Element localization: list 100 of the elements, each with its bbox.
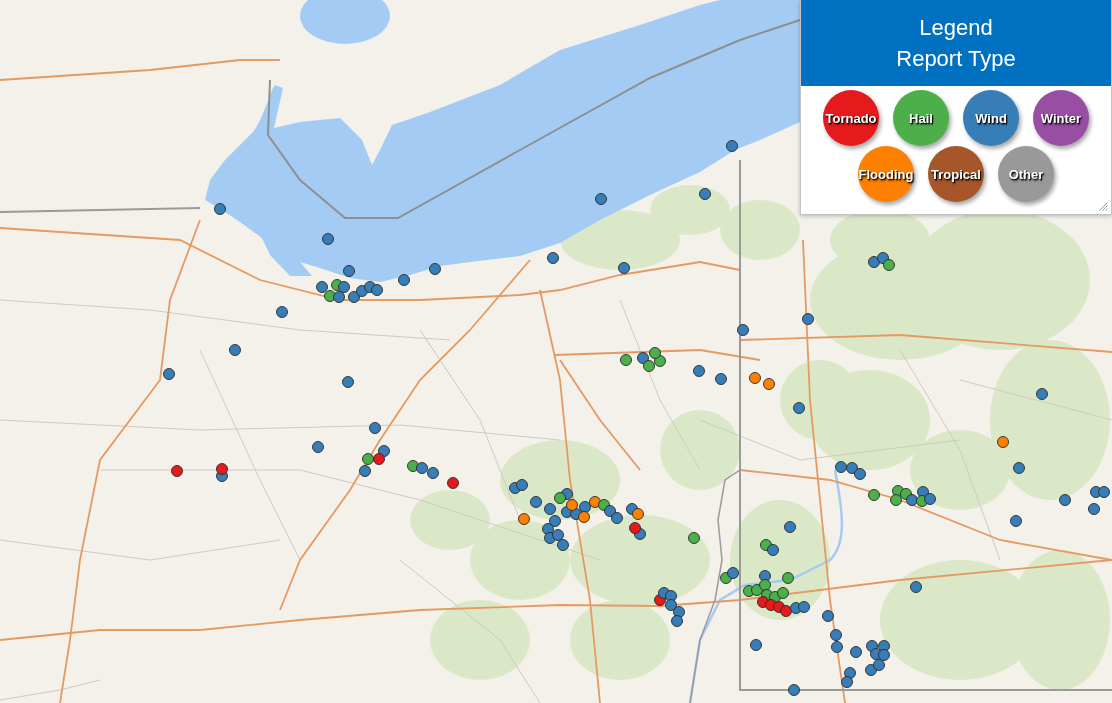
report-marker-icon[interactable] [671,615,683,627]
report-marker-icon[interactable] [750,639,762,651]
report-marker-icon[interactable] [749,372,761,384]
report-marker-icon[interactable] [316,281,328,293]
report-marker-icon[interactable] [878,640,890,652]
report-marker-icon[interactable] [844,667,856,679]
report-marker-icon[interactable] [865,664,877,676]
report-marker-icon[interactable] [579,501,591,513]
report-marker-icon[interactable] [715,373,727,385]
report-marker-icon[interactable] [793,402,805,414]
report-marker-icon[interactable] [673,606,685,618]
report-marker-icon[interactable] [554,492,566,504]
report-marker-icon[interactable] [369,422,381,434]
report-marker-icon[interactable] [726,140,738,152]
report-marker-icon[interactable] [342,376,354,388]
report-marker-icon[interactable] [378,445,390,457]
report-marker-icon[interactable] [398,274,410,286]
report-marker-icon[interactable] [637,352,649,364]
report-marker-icon[interactable] [835,461,847,473]
report-marker-icon[interactable] [759,579,771,591]
report-marker-icon[interactable] [348,291,360,303]
report-marker-icon[interactable] [868,489,880,501]
report-marker-icon[interactable] [688,532,700,544]
report-marker-icon[interactable] [873,659,885,671]
report-marker-icon[interactable] [542,523,554,535]
report-marker-icon[interactable] [629,522,641,534]
report-marker-icon[interactable] [910,581,922,593]
report-marker-icon[interactable] [276,306,288,318]
report-marker-icon[interactable] [429,263,441,275]
report-marker-icon[interactable] [216,463,228,475]
report-marker-icon[interactable] [1098,486,1110,498]
report-marker-icon[interactable] [759,570,771,582]
report-marker-icon[interactable] [788,684,800,696]
report-marker-icon[interactable] [767,544,779,556]
report-marker-icon[interactable] [878,649,890,661]
report-marker-icon[interactable] [1088,503,1100,515]
report-marker-icon[interactable] [866,640,878,652]
report-marker-icon[interactable] [371,284,383,296]
report-marker-icon[interactable] [611,512,623,524]
report-marker-icon[interactable] [763,378,775,390]
report-marker-icon[interactable] [427,467,439,479]
report-marker-icon[interactable] [620,354,632,366]
report-marker-icon[interactable] [831,641,843,653]
report-marker-icon[interactable] [841,676,853,688]
report-marker-icon[interactable] [777,587,789,599]
report-marker-icon[interactable] [1059,494,1071,506]
report-marker-icon[interactable] [359,465,371,477]
report-marker-icon[interactable] [654,355,666,367]
report-marker-icon[interactable] [877,252,889,264]
report-marker-icon[interactable] [618,262,630,274]
report-marker-icon[interactable] [737,324,749,336]
report-marker-icon[interactable] [784,521,796,533]
report-marker-icon[interactable] [846,462,858,474]
report-marker-icon[interactable] [822,610,834,622]
report-marker-icon[interactable] [229,344,241,356]
report-marker-icon[interactable] [632,508,644,520]
report-marker-icon[interactable] [854,468,866,480]
report-marker-icon[interactable] [1036,388,1048,400]
report-marker-icon[interactable] [163,368,175,380]
report-marker-icon[interactable] [578,511,590,523]
report-marker-icon[interactable] [549,515,561,527]
report-marker-icon[interactable] [373,453,385,465]
report-marker-icon[interactable] [997,436,1009,448]
report-marker-icon[interactable] [643,360,655,372]
report-marker-icon[interactable] [171,465,183,477]
report-marker-icon[interactable] [782,572,794,584]
report-marker-icon[interactable] [214,203,226,215]
report-marker-icon[interactable] [665,599,677,611]
report-marker-icon[interactable] [1013,462,1025,474]
report-marker-icon[interactable] [333,291,345,303]
report-marker-icon[interactable] [552,529,564,541]
report-marker-icon[interactable] [544,503,556,515]
report-marker-icon[interactable] [699,188,711,200]
report-marker-icon[interactable] [751,584,763,596]
report-marker-icon[interactable] [906,494,918,506]
report-marker-icon[interactable] [595,193,607,205]
report-marker-icon[interactable] [850,646,862,658]
report-marker-icon[interactable] [798,601,810,613]
report-marker-icon[interactable] [924,493,936,505]
report-marker-icon[interactable] [338,281,350,293]
report-marker-icon[interactable] [416,462,428,474]
report-marker-icon[interactable] [649,347,661,359]
report-marker-icon[interactable] [362,453,374,465]
report-marker-icon[interactable] [883,259,895,271]
report-marker-icon[interactable] [1010,515,1022,527]
report-marker-icon[interactable] [802,313,814,325]
report-marker-icon[interactable] [727,567,739,579]
report-marker-icon[interactable] [356,285,368,297]
report-marker-icon[interactable] [312,441,324,453]
resize-handle-icon[interactable] [1099,202,1108,211]
report-marker-icon[interactable] [518,513,530,525]
report-marker-icon[interactable] [530,496,542,508]
report-marker-icon[interactable] [780,605,792,617]
report-marker-icon[interactable] [407,460,419,472]
report-marker-icon[interactable] [324,290,336,302]
report-marker-icon[interactable] [566,499,578,511]
report-marker-icon[interactable] [343,265,355,277]
report-marker-icon[interactable] [604,505,616,517]
report-marker-icon[interactable] [547,252,559,264]
report-marker-icon[interactable] [693,365,705,377]
